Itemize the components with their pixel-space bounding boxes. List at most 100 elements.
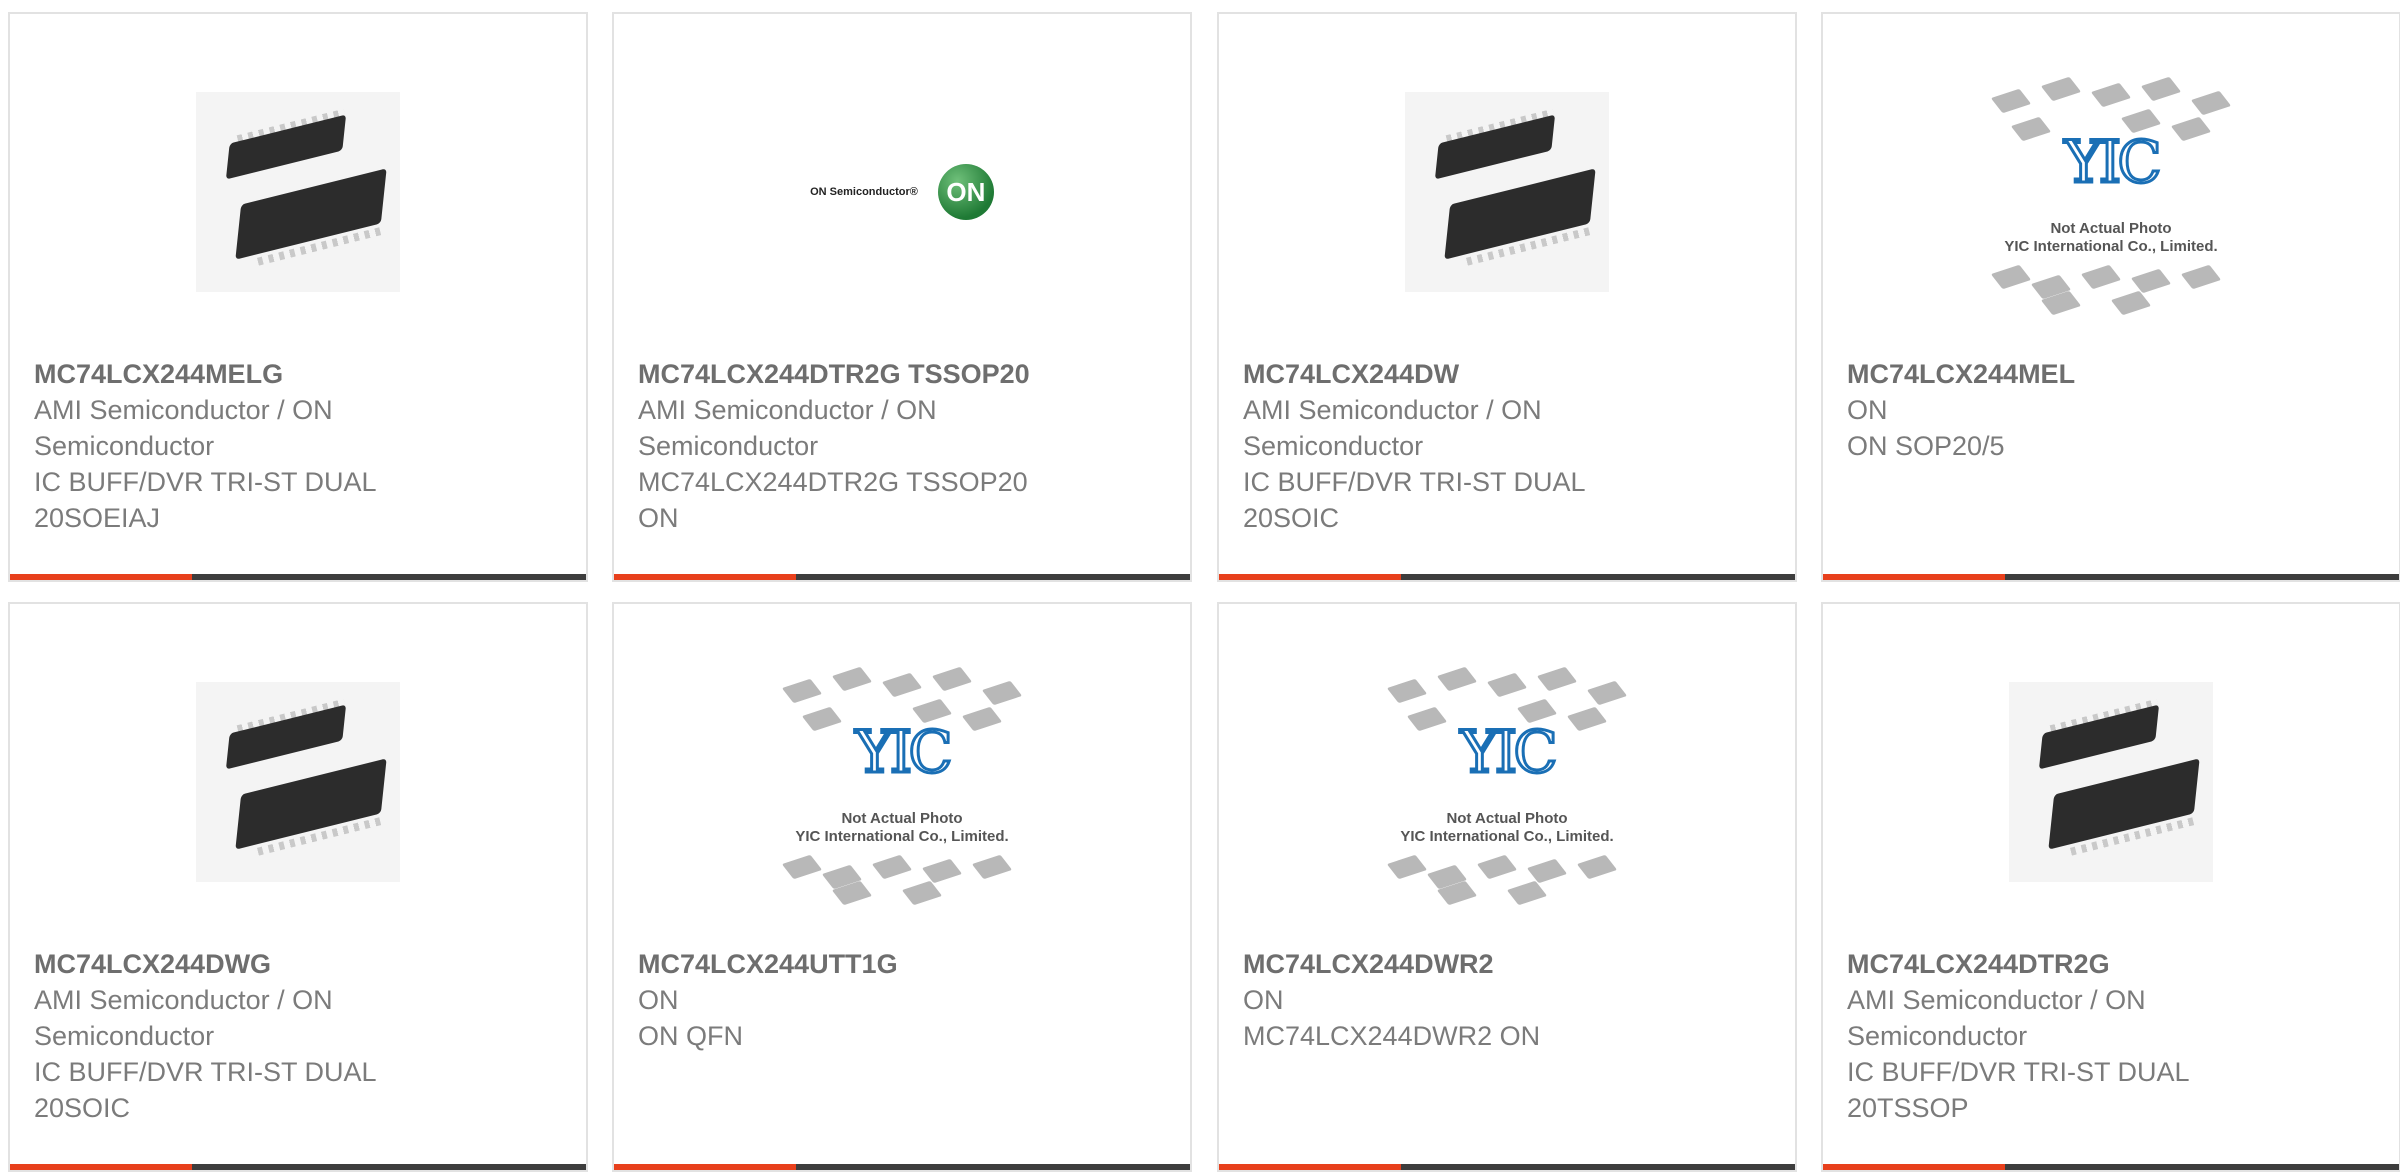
- card-accent-bar: [1823, 574, 2005, 580]
- product-info: MC74LCX244DTR2G AMI Semiconductor / ON Sem…: [1847, 946, 2375, 1126]
- not-actual-photo-placeholder: YIC Not Actual Photo YIC International Co.…: [767, 662, 1037, 906]
- product-detail-line: Semiconductor: [1847, 1021, 2028, 1051]
- product-card[interactable]: MC74LCX244MELG AMI Semiconductor / ON Semi…: [8, 12, 588, 582]
- part-number-link[interactable]: MC74LCX244DW: [1243, 356, 1771, 392]
- product-detail-line: 20SOIC: [1243, 503, 1340, 533]
- part-number-link[interactable]: MC74LCX244MELG: [34, 356, 562, 392]
- product-image[interactable]: [10, 662, 586, 902]
- part-number-link[interactable]: MC74LCX244DWR2: [1243, 946, 1771, 982]
- card-bottom-bar: [1219, 1164, 1795, 1170]
- product-detail-line: ON SOP20/5: [1847, 431, 2005, 461]
- product-info: MC74LCX244DTR2G TSSOP20 AMI Semiconductor…: [638, 356, 1166, 536]
- package-icon: [981, 680, 1023, 706]
- product-detail-line: 20SOEIAJ: [34, 503, 161, 533]
- not-actual-photo-placeholder: YIC Not Actual Photo YIC International Co.…: [1976, 72, 2246, 316]
- card-bottom-bar: [1823, 574, 2399, 580]
- package-icon: [1990, 264, 2032, 290]
- card-accent-bar: [614, 1164, 796, 1170]
- package-icon: [921, 858, 963, 884]
- package-icon: [2080, 264, 2122, 290]
- package-icon: [2130, 268, 2172, 294]
- placeholder-caption-line: YIC International Co., Limited.: [795, 828, 1009, 845]
- package-icon: [2110, 290, 2152, 316]
- product-detail-line: ON: [1847, 395, 1888, 425]
- package-icon: [1536, 666, 1578, 692]
- product-image[interactable]: ON Semiconductor® ON: [614, 72, 1190, 312]
- card-bottom-bar: [614, 1164, 1190, 1170]
- placeholder-caption-line: YIC International Co., Limited.: [2004, 238, 2218, 255]
- package-icon: [2190, 90, 2232, 116]
- package-icon: [1436, 666, 1478, 692]
- package-icon: [1990, 88, 2032, 114]
- package-icon: [2140, 76, 2182, 102]
- product-card[interactable]: MC74LCX244DTR2G AMI Semiconductor / ON Sem…: [1821, 602, 2400, 1172]
- product-image[interactable]: [10, 72, 586, 312]
- chip-photo-image: [196, 682, 400, 882]
- product-info: MC74LCX244MELG AMI Semiconductor / ON Semi…: [34, 356, 562, 536]
- package-icon: [1526, 858, 1568, 884]
- product-detail-line: ON: [1243, 985, 1284, 1015]
- card-accent-bar: [1219, 574, 1401, 580]
- card-bottom-bar: [10, 1164, 586, 1170]
- yic-logo: YIC: [854, 717, 955, 788]
- product-detail-line: 20TSSOP: [1847, 1093, 1969, 1123]
- package-icon: [1486, 672, 1528, 698]
- package-icon: [901, 880, 943, 906]
- part-number-link[interactable]: MC74LCX244DWG: [34, 946, 562, 982]
- product-info: MC74LCX244DWG AMI Semiconductor / ON Semic…: [34, 946, 562, 1126]
- package-icon: [1386, 678, 1428, 704]
- package-icon: [881, 672, 923, 698]
- product-image[interactable]: [1823, 662, 2399, 902]
- product-image[interactable]: [1219, 72, 1795, 312]
- logo-mark: ON: [937, 164, 994, 220]
- product-image[interactable]: YIC Not Actual Photo YIC International Co.…: [614, 662, 1190, 906]
- product-card[interactable]: ON Semiconductor® ON MC74LCX244DTR2G TSSOP…: [612, 12, 1192, 582]
- package-icon: [2040, 76, 2082, 102]
- product-detail-line: IC BUFF/DVR TRI-ST DUAL: [1243, 467, 1586, 497]
- product-detail-line: MC74LCX244DWR2 ON: [1243, 1021, 1541, 1051]
- chip-photo-image: [1405, 92, 1609, 292]
- package-icon: [781, 678, 823, 704]
- card-accent-bar: [1219, 1164, 1401, 1170]
- product-detail-line: 20SOIC: [34, 1093, 131, 1123]
- package-icon: [1476, 854, 1518, 880]
- part-number-link[interactable]: MC74LCX244DTR2G TSSOP20: [638, 356, 1166, 392]
- package-icon: [781, 854, 823, 880]
- product-detail-line: IC BUFF/DVR TRI-ST DUAL: [1847, 1057, 2190, 1087]
- placeholder-caption-line: YIC International Co., Limited.: [1400, 828, 1614, 845]
- yic-logo: YIC: [1459, 717, 1560, 788]
- product-card[interactable]: MC74LCX244DW AMI Semiconductor / ON Semico…: [1217, 12, 1797, 582]
- product-card[interactable]: YIC Not Actual Photo YIC International Co.…: [1217, 602, 1797, 1172]
- part-number-link[interactable]: MC74LCX244DTR2G: [1847, 946, 2375, 982]
- product-detail-line: IC BUFF/DVR TRI-ST DUAL: [34, 467, 377, 497]
- package-icon: [931, 666, 973, 692]
- package-icon: [2090, 82, 2132, 108]
- package-icon: [1576, 854, 1618, 880]
- part-number-link[interactable]: MC74LCX244MEL: [1847, 356, 2375, 392]
- product-image[interactable]: YIC Not Actual Photo YIC International Co.…: [1219, 662, 1795, 906]
- card-accent-bar: [1823, 1164, 2005, 1170]
- package-icon: [971, 854, 1013, 880]
- product-info: MC74LCX244DWR2 ON MC74LCX244DWR2 ON: [1243, 946, 1771, 1054]
- product-detail-line: ON QFN: [638, 1021, 743, 1051]
- placeholder-caption-line: Not Actual Photo: [2050, 220, 2172, 237]
- product-image[interactable]: YIC Not Actual Photo YIC International Co.…: [1823, 72, 2399, 316]
- chip-photo-image: [2009, 682, 2213, 882]
- product-detail-line: ON: [638, 503, 679, 533]
- product-detail-line: AMI Semiconductor / ON: [34, 395, 333, 425]
- placeholder-caption: Not Actual Photo YIC International Co., L…: [1976, 220, 2246, 256]
- product-card[interactable]: MC74LCX244DWG AMI Semiconductor / ON Semic…: [8, 602, 588, 1172]
- product-detail-line: Semiconductor: [638, 431, 819, 461]
- product-info: MC74LCX244MEL ON ON SOP20/5: [1847, 356, 2375, 464]
- product-card[interactable]: YIC Not Actual Photo YIC International Co.…: [612, 602, 1192, 1172]
- placeholder-caption: Not Actual Photo YIC International Co., L…: [767, 810, 1037, 846]
- not-actual-photo-placeholder: YIC Not Actual Photo YIC International Co.…: [1372, 662, 1642, 906]
- on-semiconductor-logo: ON Semiconductor® ON: [810, 164, 994, 220]
- card-bottom-bar: [1823, 1164, 2399, 1170]
- package-icon: [1386, 854, 1428, 880]
- chip-photo-image: [196, 92, 400, 292]
- part-number-link[interactable]: MC74LCX244UTT1G: [638, 946, 1166, 982]
- product-detail-line: AMI Semiconductor / ON: [638, 395, 937, 425]
- product-card[interactable]: YIC Not Actual Photo YIC International Co.…: [1821, 12, 2400, 582]
- product-info: MC74LCX244DW AMI Semiconductor / ON Semico…: [1243, 356, 1771, 536]
